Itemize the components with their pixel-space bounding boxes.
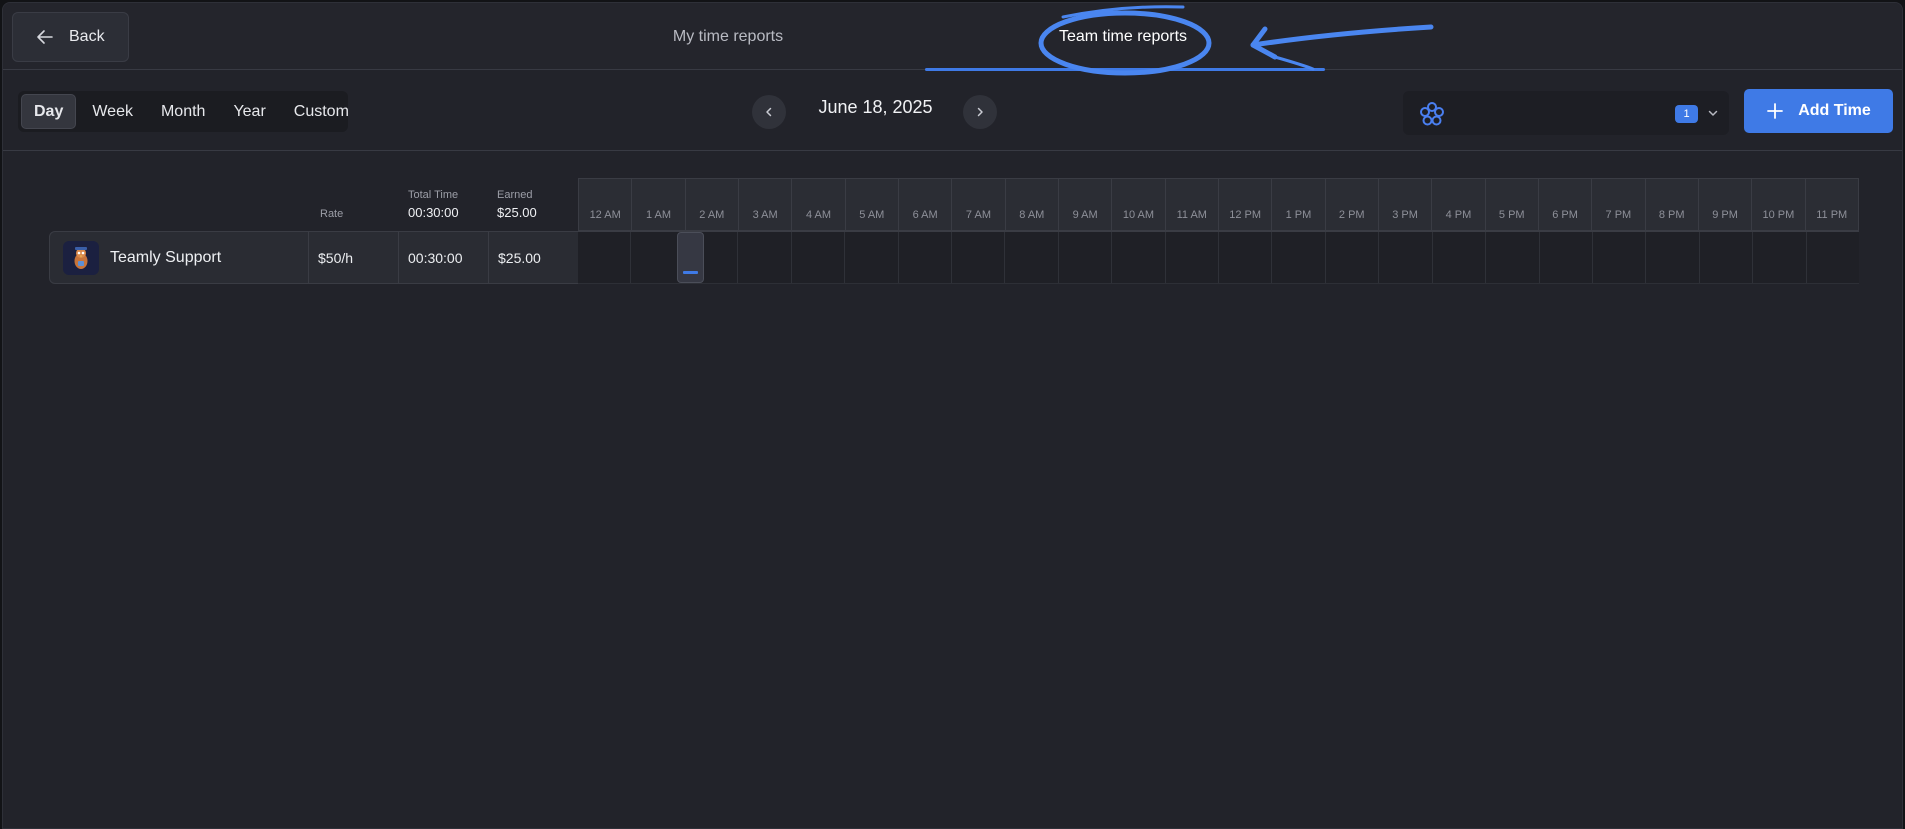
timeline-cell[interactable]	[792, 232, 846, 283]
back-button[interactable]: Back	[12, 12, 129, 62]
timeline-cell[interactable]	[1593, 232, 1647, 283]
hour-label: 7 AM	[952, 179, 1006, 230]
period-month[interactable]: Month	[149, 94, 217, 129]
timeline-cell[interactable]	[952, 232, 1006, 283]
team-logo-icon	[1420, 102, 1444, 126]
selected-count-badge: 1	[1675, 105, 1698, 123]
timeline-cell[interactable]	[1059, 232, 1113, 283]
total-time-summary: 00:30:00	[408, 205, 459, 220]
hour-label: 5 PM	[1486, 179, 1539, 230]
hour-label: 7 PM	[1592, 179, 1646, 230]
period-custom[interactable]: Custom	[282, 94, 361, 129]
plus-icon	[1767, 103, 1784, 119]
toolbar: Day Week Month Year Custom June 18, 2025…	[3, 71, 1902, 151]
hour-label: 9 AM	[1059, 179, 1113, 230]
timeline-cell[interactable]	[1700, 232, 1754, 283]
timeline-cell[interactable]	[1807, 232, 1859, 283]
add-time-label: Add Time	[1798, 102, 1871, 119]
hour-label: 12 PM	[1219, 179, 1273, 230]
hour-label: 11 PM	[1816, 209, 1848, 221]
avatar	[63, 241, 99, 275]
hour-label: 6 PM	[1539, 179, 1593, 230]
timeline-cell[interactable]	[1433, 232, 1487, 283]
hours-header: 12 AM 1 AM 2 AM 3 AM 4 AM 5 AM 6 AM 7 AM 8 AM 9 A…	[578, 178, 1859, 231]
timeline-cell[interactable]	[1379, 232, 1433, 283]
period-day[interactable]: Day	[21, 94, 77, 129]
timeline-cell[interactable]	[1272, 232, 1326, 283]
hour-label: 4 AM	[792, 179, 846, 230]
hour-label: 10 PM	[1752, 179, 1806, 230]
hour-label: 4 PM	[1432, 179, 1486, 230]
total-time-column-header: Total Time	[408, 189, 459, 201]
earned-cell: $25.00	[498, 249, 541, 266]
timeline-cell[interactable]	[1219, 232, 1273, 283]
period-selector: Day Week Month Year Custom	[18, 91, 349, 132]
timeline-cell[interactable]	[1486, 232, 1540, 283]
rate-cell: $50/h	[309, 232, 399, 283]
period-year[interactable]: Year	[221, 94, 277, 129]
app-window: Back My time reports Team time reports D…	[2, 2, 1903, 829]
time-entry-bar	[683, 271, 698, 274]
earned-summary: $25.00	[497, 205, 537, 220]
back-label: Back	[69, 28, 105, 45]
chevron-right-icon	[977, 107, 983, 117]
timeline-cell[interactable]	[738, 232, 792, 283]
hour-label: 3 AM	[739, 179, 793, 230]
timeline-cell[interactable]	[1112, 232, 1166, 283]
timeline-cell[interactable]	[1540, 232, 1594, 283]
member-cell: Teamly Support	[50, 232, 309, 283]
tab-my-time-reports[interactable]: My time reports	[653, 3, 803, 70]
member-name: Teamly Support	[110, 249, 222, 266]
period-week[interactable]: Week	[80, 94, 145, 129]
current-date: June 18, 2025	[818, 97, 933, 117]
hour-label: 2 AM	[686, 179, 739, 230]
timeline-cell[interactable]	[1646, 232, 1700, 283]
hour-label: 10 AM	[1112, 179, 1166, 230]
team-select[interactable]: 1	[1403, 91, 1729, 135]
hour-label: 9 PM	[1699, 179, 1753, 230]
top-bar: Back My time reports Team time reports	[3, 3, 1902, 71]
timeline-cell[interactable]	[1005, 232, 1059, 283]
hour-label: 8 PM	[1646, 179, 1699, 230]
timeline-cell[interactable]	[578, 232, 632, 283]
tab-team-time-reports[interactable]: Team time reports	[1023, 3, 1223, 70]
hour-label: 8 AM	[1006, 179, 1059, 230]
timeline-row	[578, 231, 1859, 284]
arrow-left-icon	[37, 30, 53, 44]
next-date-button[interactable]	[963, 95, 997, 129]
hour-label: 1 AM	[632, 179, 686, 230]
hour-label: 3 PM	[1379, 179, 1433, 230]
hour-label: 1 PM	[1272, 179, 1326, 230]
hour-label: 2 PM	[1326, 179, 1379, 230]
rate-column-header: Rate	[320, 208, 344, 220]
hour-label: 12 AM	[579, 179, 633, 230]
bird-mascot-icon	[74, 247, 88, 269]
timeline-cell[interactable]	[845, 232, 899, 283]
total-time-cell: 00:30:00	[399, 232, 489, 283]
hour-label: 5 AM	[846, 179, 899, 230]
chevron-down-icon	[1708, 110, 1718, 116]
chevron-left-icon	[766, 107, 772, 117]
timeline-cell[interactable]	[1166, 232, 1220, 283]
table-row[interactable]: Teamly Support $50/h 00:30:00 $25.00	[49, 231, 579, 284]
time-entry-block[interactable]	[677, 232, 704, 283]
prev-date-button[interactable]	[752, 95, 786, 129]
timeline-cell[interactable]	[899, 232, 952, 283]
hour-label: 11 AM	[1166, 179, 1219, 230]
hour-label: 6 AM	[899, 179, 953, 230]
timeline-cell[interactable]	[1326, 232, 1380, 283]
timeline-cell[interactable]	[1753, 232, 1807, 283]
earned-column-header: Earned	[497, 189, 533, 201]
add-time-button[interactable]: Add Time	[1744, 89, 1893, 133]
